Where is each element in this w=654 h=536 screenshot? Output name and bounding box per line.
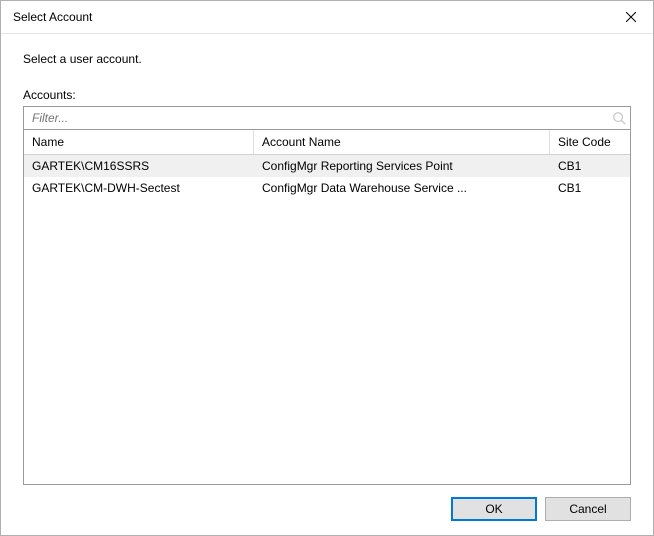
accounts-table: Name Account Name Site Code GARTEK\CM16S…	[23, 130, 631, 485]
cell-name: GARTEK\CM16SSRS	[24, 159, 254, 173]
cell-site-code: CB1	[550, 181, 630, 195]
close-button[interactable]	[608, 1, 653, 33]
table-body: GARTEK\CM16SSRSConfigMgr Reporting Servi…	[24, 155, 630, 484]
filter-box[interactable]	[23, 106, 631, 130]
search-icon	[612, 111, 626, 125]
window-title: Select Account	[13, 10, 608, 24]
accounts-label: Accounts:	[23, 88, 631, 102]
title-bar: Select Account	[1, 1, 653, 34]
instruction-text: Select a user account.	[23, 52, 631, 66]
ok-button[interactable]: OK	[451, 497, 537, 521]
close-icon	[626, 12, 636, 22]
filter-input[interactable]	[30, 110, 604, 126]
cell-name: GARTEK\CM-DWH-Sectest	[24, 181, 254, 195]
col-header-name[interactable]: Name	[24, 130, 254, 154]
col-header-account-name[interactable]: Account Name	[254, 130, 550, 154]
dialog-body: Select a user account. Accounts: Name Ac…	[1, 34, 653, 535]
table-row[interactable]: GARTEK\CM-DWH-SectestConfigMgr Data Ware…	[24, 177, 630, 199]
cancel-button[interactable]: Cancel	[545, 497, 631, 521]
table-row[interactable]: GARTEK\CM16SSRSConfigMgr Reporting Servi…	[24, 155, 630, 177]
cell-account-name: ConfigMgr Reporting Services Point	[254, 159, 550, 173]
dialog-footer: OK Cancel	[23, 485, 631, 521]
col-header-site-code[interactable]: Site Code	[550, 130, 630, 154]
table-header: Name Account Name Site Code	[24, 130, 630, 155]
cell-site-code: CB1	[550, 159, 630, 173]
cell-account-name: ConfigMgr Data Warehouse Service ...	[254, 181, 550, 195]
dialog-window: Select Account Select a user account. Ac…	[0, 0, 654, 536]
